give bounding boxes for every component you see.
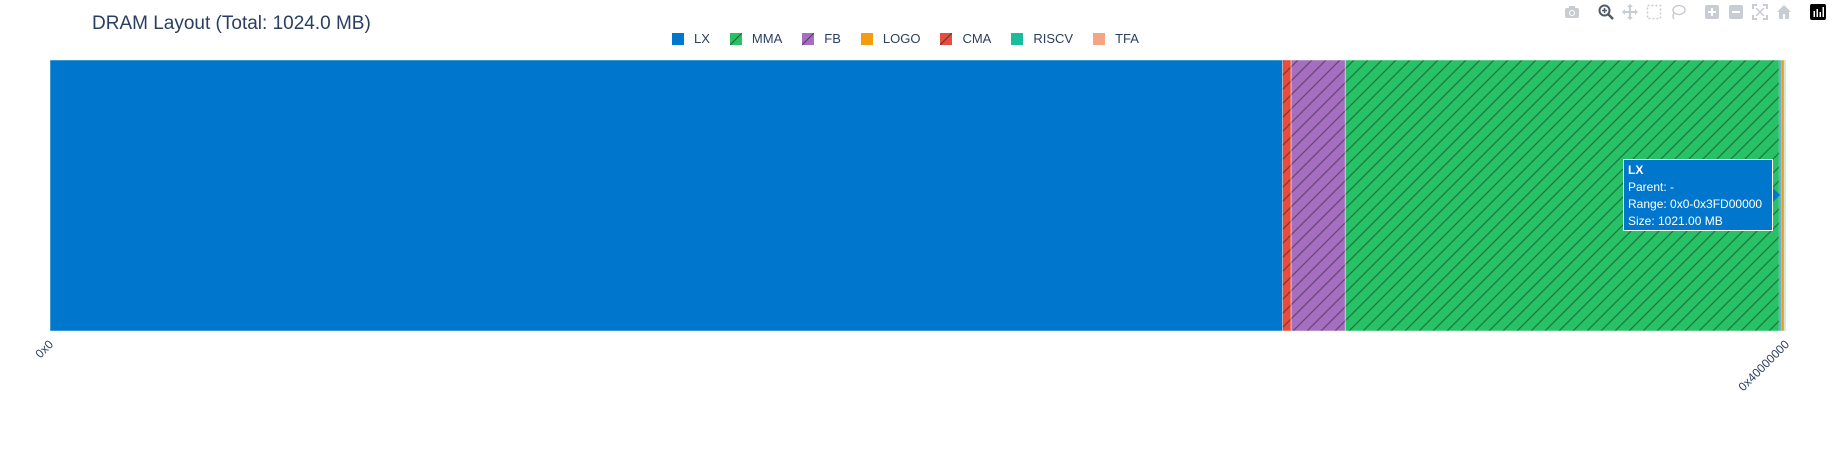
- tick-labels-layer: 0x0 0x40000000: [33, 337, 1793, 394]
- tooltip-parent: Parent: -: [1628, 180, 1675, 194]
- legend-swatch: [802, 32, 815, 45]
- plot-area: 0x0 0x40000000: [33, 59, 1793, 394]
- tooltip-title: LX: [1628, 163, 1644, 177]
- bars-layer: [49, 59, 1787, 332]
- legend-item-tfa[interactable]: TFA: [1093, 31, 1139, 46]
- lasso-icon[interactable]: [1670, 4, 1686, 20]
- x-tick-label: 0x40000000: [1735, 337, 1792, 394]
- legend-label: FB: [824, 31, 841, 46]
- plotly-logo-icon[interactable]: [1810, 4, 1826, 20]
- chart-title: DRAM Layout (Total: 1024.0 MB): [92, 13, 371, 34]
- chart-root: DRAM Layout (Total: 1024.0 MB) LX MMA FB LO…: [0, 0, 1834, 450]
- legend-swatch: [1011, 32, 1024, 45]
- legend-swatch: [860, 32, 873, 45]
- tooltip-size: Size: 1021.00 MB: [1628, 214, 1723, 228]
- reset-axes-icon[interactable]: [1776, 4, 1792, 20]
- zoom-icon[interactable]: [1598, 4, 1614, 20]
- box-select-icon[interactable]: [1646, 4, 1662, 20]
- camera-icon[interactable]: [1564, 4, 1580, 20]
- legend: LX MMA FB LOGO CMA RISCV TFA: [672, 31, 1159, 46]
- legend-label: CMA: [962, 31, 992, 46]
- legend-item-fb[interactable]: FB: [802, 31, 841, 46]
- bar-segment-fb[interactable]: [1290, 59, 1346, 332]
- legend-item-lx[interactable]: LX: [672, 31, 710, 46]
- bar-segment-logo[interactable]: [1780, 59, 1785, 332]
- legend-swatch: [672, 32, 684, 45]
- tooltip-range: Range: 0x0-0x3FD00000: [1628, 197, 1763, 211]
- legend-item-logo[interactable]: LOGO: [860, 31, 921, 46]
- tooltip-arrow: [1773, 188, 1780, 202]
- bar-segment-cma[interactable]: [1282, 59, 1292, 332]
- autoscale-icon[interactable]: [1752, 4, 1768, 20]
- legend-item-mma[interactable]: MMA: [729, 31, 783, 46]
- pan-icon[interactable]: [1622, 4, 1638, 20]
- zoom-out-icon[interactable]: [1728, 4, 1744, 20]
- legend-label: LOGO: [882, 31, 921, 46]
- x-tick-label: 0x0: [33, 337, 57, 361]
- legend-label: MMA: [751, 31, 783, 46]
- legend-label: TFA: [1115, 31, 1139, 46]
- modebar: [1556, 4, 1826, 20]
- zoom-in-icon[interactable]: [1704, 4, 1720, 20]
- bar-segment-riscv[interactable]: [1783, 59, 1786, 332]
- legend-label: RISCV: [1033, 31, 1074, 46]
- bar-segment-tfa[interactable]: [1784, 59, 1787, 332]
- legend-swatch: [1093, 32, 1106, 45]
- legend-label: LX: [694, 31, 710, 46]
- legend-item-cma[interactable]: CMA: [940, 31, 991, 46]
- hover-tooltip: LX Parent: - Range: 0x0-0x3FD00000 Size:…: [1623, 159, 1773, 231]
- legend-swatch: [940, 32, 953, 45]
- legend-swatch: [729, 32, 742, 45]
- legend-item-riscv[interactable]: RISCV: [1011, 31, 1073, 46]
- bar-segment-lx[interactable]: [49, 59, 1782, 332]
